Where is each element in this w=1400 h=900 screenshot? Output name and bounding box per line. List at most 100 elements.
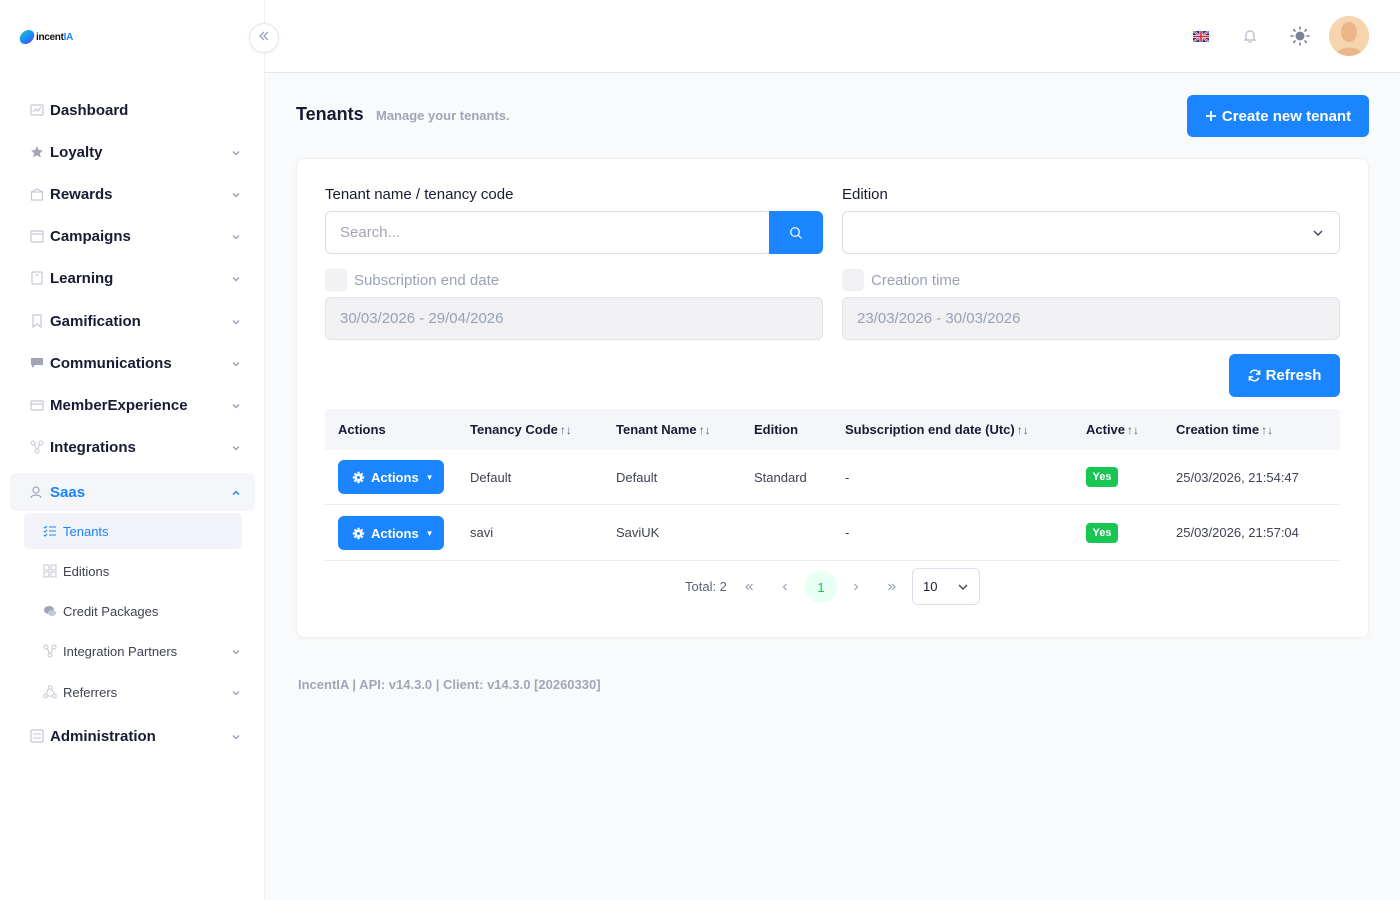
card-icon [30, 398, 44, 412]
pager-total: Total: 2 [685, 579, 727, 594]
col-tenancy-code[interactable]: Tenancy Code ↑↓ [470, 422, 572, 437]
users-icon [30, 485, 44, 499]
creation-time-range[interactable]: 23/03/2026 - 30/03/2026 [842, 297, 1340, 340]
cell-tenancy-code: Default [470, 470, 512, 485]
chevron-down-icon [230, 399, 242, 417]
row-actions-button[interactable]: Actions ▼ [338, 460, 444, 494]
refresh-icon [1248, 369, 1261, 382]
chevron-down-icon [230, 441, 242, 459]
chevron-down-icon [956, 580, 970, 594]
cell-subscription-end: - [845, 525, 850, 540]
badge-icon [30, 314, 44, 328]
prev-page-button[interactable] [769, 571, 801, 603]
first-page-button[interactable] [733, 571, 765, 603]
status-badge: Yes [1086, 523, 1118, 543]
cell-creation-time: 25/03/2026, 21:57:04 [1176, 525, 1299, 540]
col-active[interactable]: Active ↑↓ [1086, 422, 1139, 437]
chevron-down-icon [230, 315, 242, 333]
next-page-button[interactable] [840, 571, 872, 603]
chevron-down-icon [230, 645, 242, 663]
sidebar-item-communications[interactable]: Communications [10, 344, 255, 382]
logo-text: incentIA [36, 31, 74, 43]
language-flag-icon[interactable] [1191, 26, 1211, 46]
cell-subscription-end: - [845, 470, 850, 485]
last-page-button[interactable] [876, 571, 908, 603]
page-size-select[interactable]: 10 [912, 568, 980, 605]
coins-icon [43, 604, 57, 618]
create-tenant-button[interactable]: Create new tenant [1187, 95, 1369, 137]
row-actions-button[interactable]: Actions ▼ [338, 516, 444, 550]
edition-select[interactable] [842, 211, 1340, 254]
sidebar-item-gamification[interactable]: Gamification [10, 302, 255, 340]
chevron-left-icon [779, 581, 791, 593]
creation-time-label: Creation time [871, 272, 961, 289]
table-header: Actions Tenancy Code ↑↓ Tenant Name ↑↓ Edi… [325, 409, 1340, 450]
cell-edition: Standard [754, 470, 807, 485]
sidebar-collapse-button[interactable] [249, 23, 279, 53]
subscription-date-checkbox[interactable] [325, 269, 347, 291]
page-button-1[interactable]: 1 [805, 571, 837, 603]
col-tenant-name[interactable]: Tenant Name ↑↓ [616, 422, 711, 437]
subscription-date-range[interactable]: 30/03/2026 - 29/04/2026 [325, 297, 823, 340]
admin-icon [30, 729, 44, 743]
star-icon [30, 145, 44, 159]
network-icon [30, 440, 44, 454]
col-actions: Actions [338, 422, 386, 437]
page-title: Tenants [296, 104, 364, 124]
chat-icon [30, 356, 44, 370]
sidebar-item-credit-packages[interactable]: Credit Packages [24, 593, 242, 629]
chevron-down-icon [230, 730, 242, 748]
col-subscription-end[interactable]: Subscription end date (Utc) ↑↓ [845, 422, 1029, 437]
sidebar-item-referrers[interactable]: Referrers [24, 674, 242, 710]
sidebar-item-dashboard[interactable]: Dashboard [10, 91, 255, 129]
cell-creation-time: 25/03/2026, 21:54:47 [1176, 470, 1299, 485]
tenant-search-label: Tenant name / tenancy code [325, 186, 514, 203]
double-chevron-left-icon [257, 29, 271, 48]
double-chevron-left-icon [743, 581, 755, 593]
sidebar-item-editions[interactable]: Editions [24, 553, 242, 589]
list-icon [43, 524, 57, 538]
col-creation-time[interactable]: Creation time ↑↓ [1176, 422, 1273, 437]
gear-icon [352, 471, 365, 484]
chevron-down-icon [230, 188, 242, 206]
sort-icon: ↑↓ [698, 423, 711, 437]
caret-down-icon: ▼ [425, 528, 434, 538]
chevron-up-icon [230, 486, 242, 504]
chevron-down-icon [230, 146, 242, 164]
share-icon [43, 685, 57, 699]
sidebar-item-integration-partners[interactable]: Integration Partners [24, 633, 242, 669]
sidebar-item-memberexperience[interactable]: MemberExperience [10, 386, 255, 424]
cell-tenant-name: SaviUK [616, 525, 660, 540]
table-row: Actions ▼ Default Default Standard - Yes… [325, 450, 1340, 505]
user-avatar[interactable] [1329, 16, 1369, 56]
sidebar-item-saas[interactable]: Saas [10, 473, 255, 511]
gear-icon [352, 527, 365, 540]
notification-bell-icon[interactable] [1240, 26, 1260, 46]
chevron-right-icon [850, 581, 862, 593]
grid-icon [43, 564, 57, 578]
refresh-button[interactable]: Refresh [1229, 354, 1340, 397]
sidebar-item-integrations[interactable]: Integrations [10, 428, 255, 466]
sidebar-item-tenants[interactable]: Tenants [24, 513, 242, 549]
gift-icon [30, 187, 44, 201]
app-logo[interactable]: incentIA [18, 17, 80, 57]
logo-mark-icon [18, 30, 36, 44]
calendar-icon [30, 229, 44, 243]
sort-icon: ↑↓ [1016, 423, 1029, 437]
theme-sun-icon[interactable] [1290, 26, 1310, 46]
chevron-down-icon [230, 230, 242, 248]
tenant-search-input[interactable]: Search... [325, 211, 771, 254]
creation-time-checkbox[interactable] [842, 269, 864, 291]
search-button[interactable] [769, 211, 823, 254]
sidebar-item-loyalty[interactable]: Loyalty [10, 133, 255, 171]
chevron-down-icon [1311, 226, 1325, 240]
sort-icon: ↑↓ [1261, 423, 1274, 437]
sidebar-item-rewards[interactable]: Rewards [10, 175, 255, 213]
sidebar-item-administration[interactable]: Administration [10, 717, 255, 755]
cell-tenant-name: Default [616, 470, 658, 485]
sidebar-item-learning[interactable]: Learning [10, 259, 255, 297]
page-subtitle: Manage your tenants. [376, 108, 510, 123]
chevron-down-icon [230, 272, 242, 290]
sidebar-item-campaigns[interactable]: Campaigns [10, 217, 255, 255]
chevron-down-icon [230, 357, 242, 375]
